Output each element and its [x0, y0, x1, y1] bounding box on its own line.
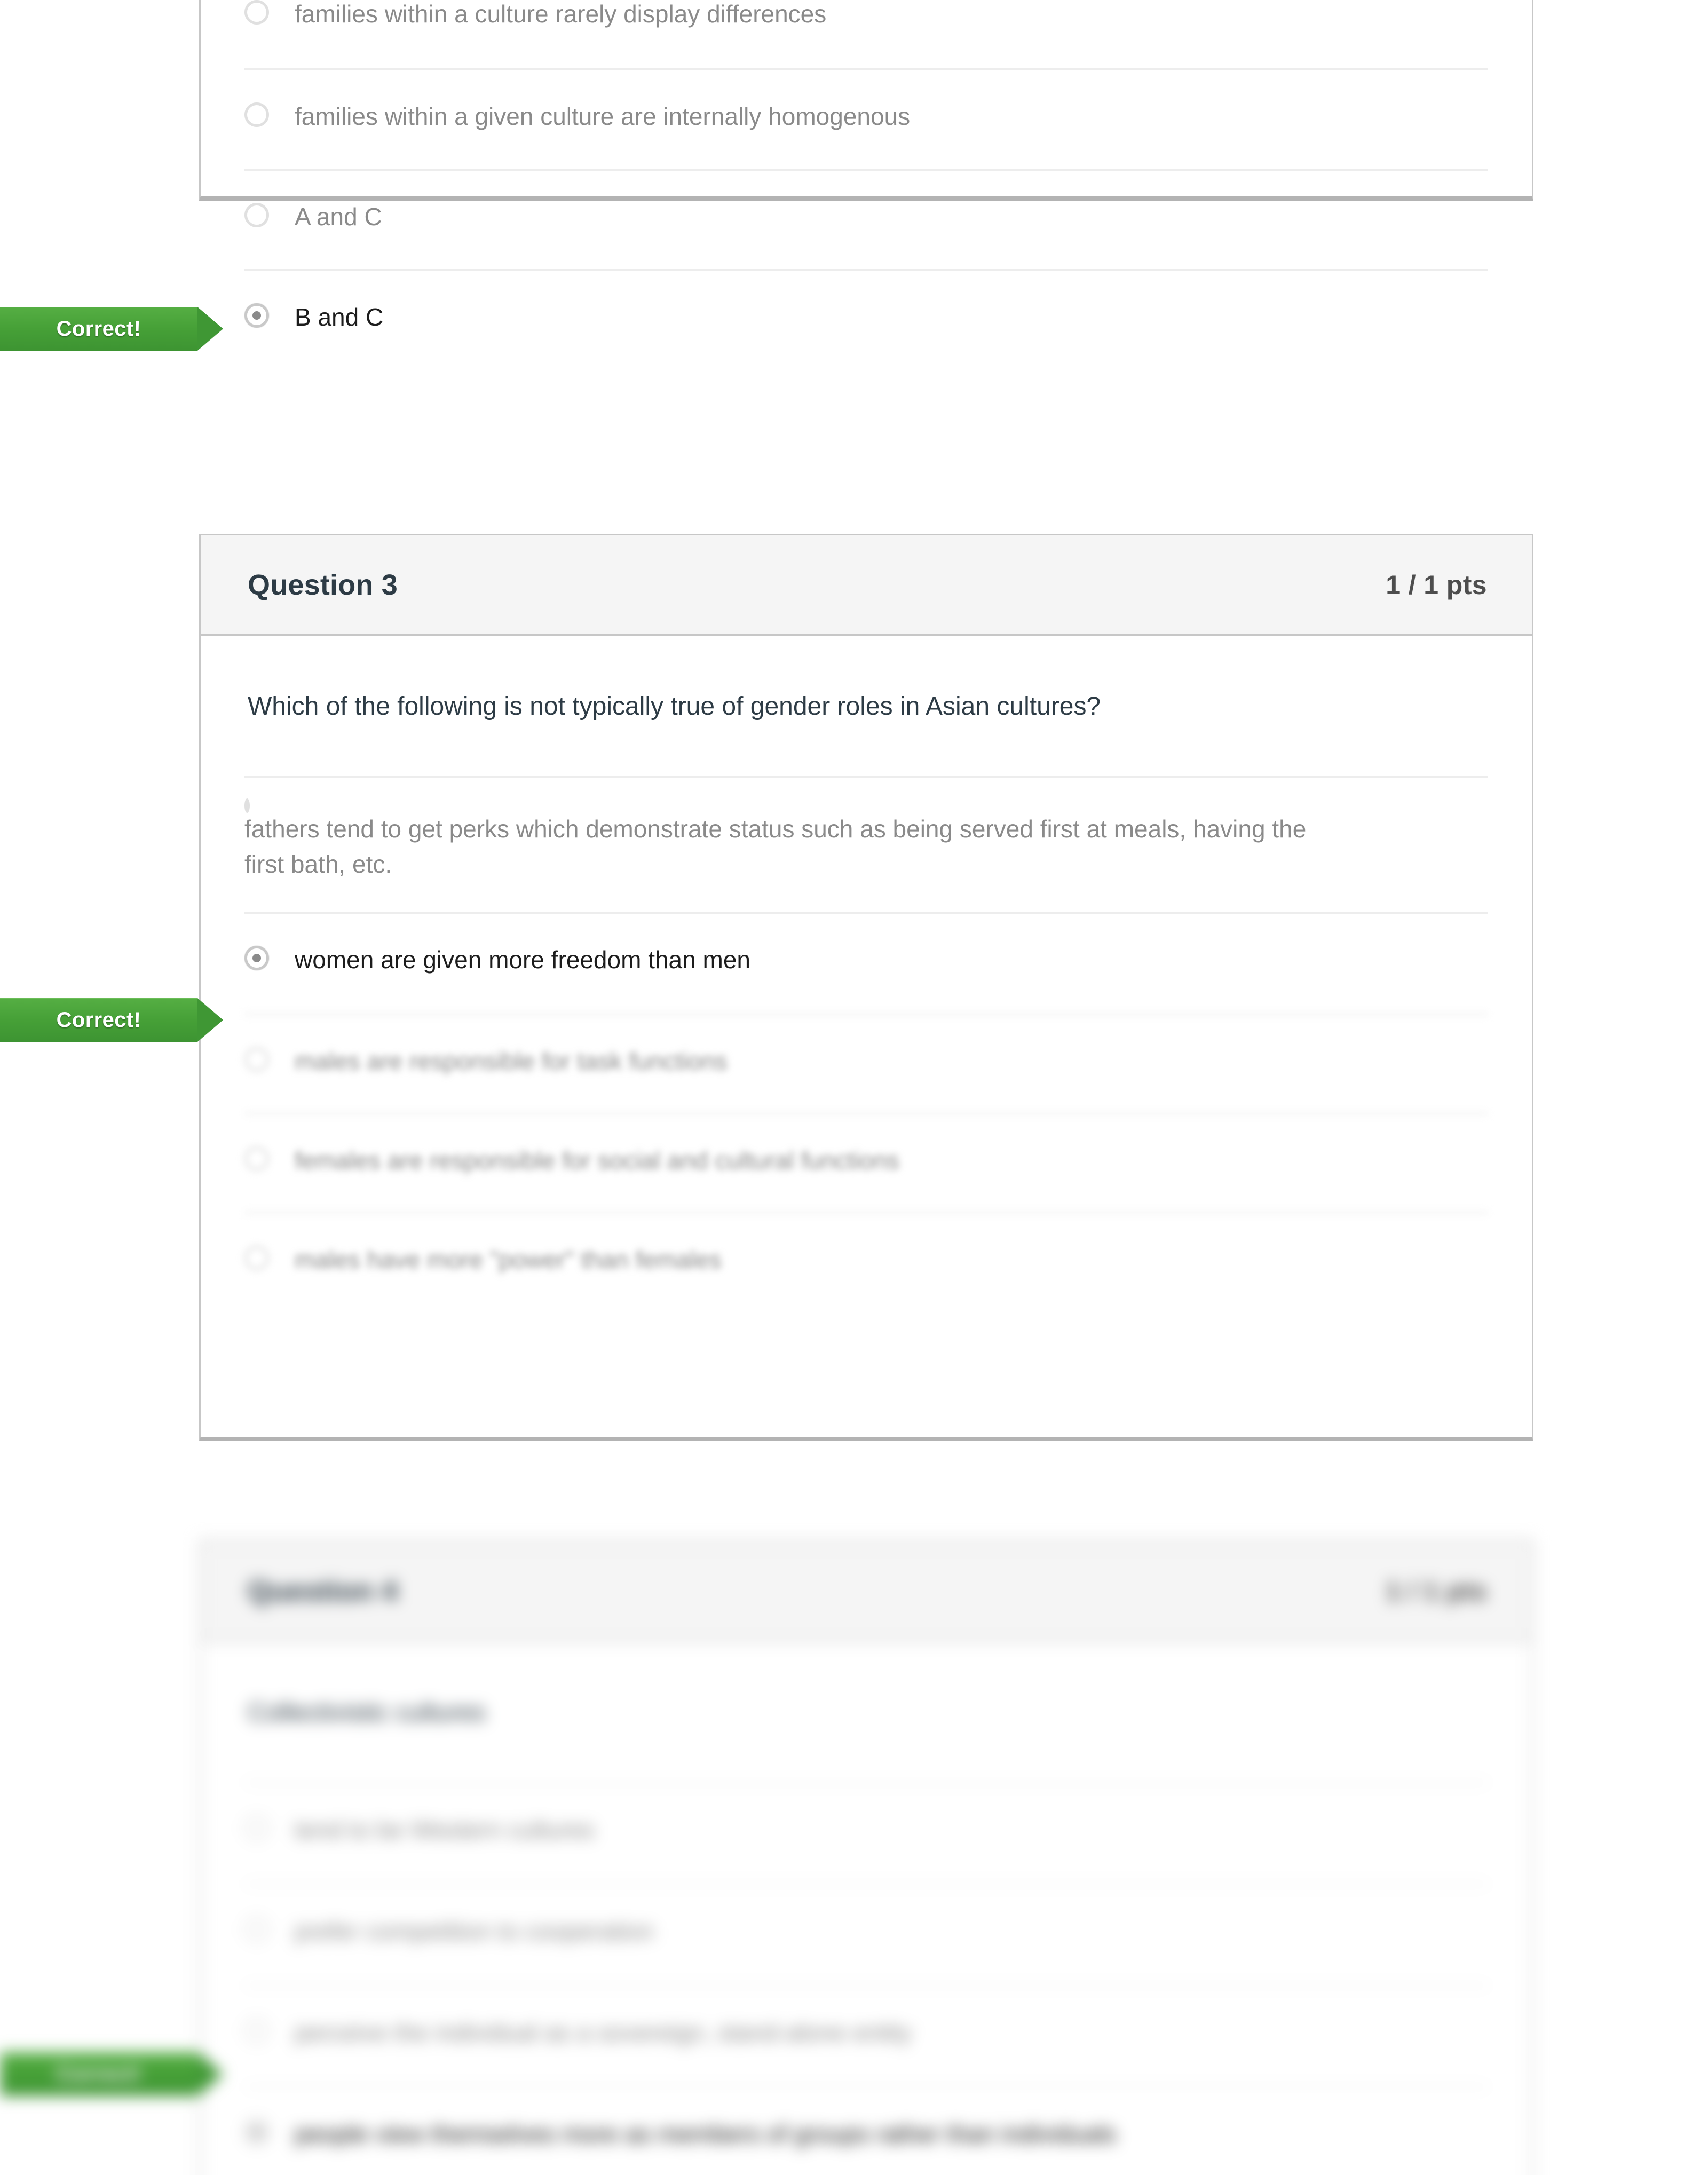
question-4-prompt: Collectivistic cultures: [248, 1698, 486, 1727]
answer-option-selected[interactable]: B and C: [244, 269, 1488, 369]
radio-button-unselected[interactable]: [244, 1917, 269, 1942]
radio-button-selected[interactable]: [244, 945, 269, 970]
question-4-body: Collectivistic cultures tend to be Weste…: [201, 1642, 1532, 2175]
answer-option[interactable]: fathers tend to get perks which demonstr…: [244, 776, 1488, 912]
correct-badge-arrow: [197, 307, 223, 351]
question-3-header: Question 3 1 / 1 pts: [201, 535, 1532, 636]
correct-badge: Correct!: [0, 307, 223, 351]
question-card-2: families within a culture rarely display…: [199, 0, 1533, 331]
question-3-title: Question 3: [248, 568, 398, 601]
correct-badge-body: Correct!: [0, 307, 197, 351]
radio-button-unselected[interactable]: [244, 2019, 269, 2044]
correct-badge-arrow: [197, 998, 223, 1042]
answer-option[interactable]: families within a given culture are inte…: [244, 68, 1488, 169]
radio-button-unselected[interactable]: [244, 102, 269, 127]
correct-badge: Correct!: [0, 2052, 223, 2096]
radio-button-unselected[interactable]: [244, 1816, 269, 1841]
question-card-4: Question 4 1 / 1 pts Collectivistic cult…: [199, 1540, 1533, 2175]
answer-option-label: males have more "power" than females: [295, 1245, 722, 1274]
radio-button-selected[interactable]: [244, 303, 269, 328]
correct-badge-body: Correct!: [0, 2052, 197, 2096]
radio-button-unselected[interactable]: [244, 203, 269, 227]
answer-option-label: families within a given culture are inte…: [295, 102, 911, 130]
answer-option[interactable]: A and C: [244, 169, 1488, 269]
answer-option-label: B and C: [295, 303, 384, 331]
answer-option[interactable]: males are responsible for task functions: [244, 1013, 1488, 1112]
correct-badge: Correct!: [0, 998, 223, 1042]
radio-button-unselected[interactable]: [244, 0, 269, 25]
radio-button-unselected[interactable]: [244, 1047, 269, 1072]
answer-option-label: males are responsible for task functions: [295, 1047, 728, 1075]
correct-badge-label: Correct!: [56, 1008, 141, 1032]
correct-badge-label: Correct!: [56, 317, 141, 341]
answer-option-label: women are given more freedom than men: [295, 945, 750, 974]
question-4-answers: tend to be Western cultures prefer compe…: [201, 1782, 1532, 2175]
correct-badge-arrow: [197, 2052, 223, 2096]
answer-option-label: people view themselves more as members o…: [295, 2120, 1117, 2148]
answer-option-selected[interactable]: people view themselves more as members o…: [244, 2086, 1488, 2175]
answer-option-label: prefer competition to cooperation: [295, 1917, 654, 1945]
answer-option[interactable]: tend to be Western cultures: [244, 1782, 1488, 1883]
answer-option[interactable]: families within a culture rarely display…: [244, 0, 1488, 68]
radio-button-selected[interactable]: [244, 2120, 269, 2145]
question-3-body: Which of the following is not typically …: [201, 636, 1532, 1311]
question-card-3: Question 3 1 / 1 pts Which of the follow…: [199, 534, 1533, 1441]
answer-option-label: tend to be Western cultures: [295, 1816, 595, 1844]
radio-button-unselected[interactable]: [244, 1146, 269, 1171]
answer-option-label: females are responsible for social and c…: [295, 1146, 899, 1174]
question-4-points: 1 / 1 pts: [1386, 1576, 1487, 1606]
radio-button-unselected[interactable]: [244, 1245, 269, 1270]
question-4-title: Question 4: [248, 1575, 398, 1607]
answer-option[interactable]: prefer competition to cooperation: [244, 1883, 1488, 1984]
question-3-prompt: Which of the following is not typically …: [248, 692, 1101, 721]
question-3-points: 1 / 1 pts: [1386, 570, 1487, 600]
question-3-answers: fathers tend to get perks which demonstr…: [201, 776, 1532, 1311]
quiz-results-page: families within a culture rarely display…: [0, 0, 1708, 2175]
question-2-answers: families within a culture rarely display…: [201, 0, 1532, 369]
answer-option-label: perceive the individual as a sovereign, …: [295, 2019, 912, 2047]
answer-option-label: families within a culture rarely display…: [295, 0, 827, 28]
question-4-header: Question 4 1 / 1 pts: [201, 1541, 1532, 1642]
correct-badge-label: Correct!: [56, 2062, 141, 2086]
question-2-body: families within a culture rarely display…: [201, 0, 1532, 369]
answer-option[interactable]: females are responsible for social and c…: [244, 1112, 1488, 1212]
answer-option-selected[interactable]: women are given more freedom than men: [244, 911, 1488, 1013]
answer-option[interactable]: perceive the individual as a sovereign, …: [244, 1984, 1488, 2086]
answer-option-label: fathers tend to get perks which demonstr…: [244, 815, 1307, 878]
answer-option[interactable]: males have more "power" than females: [244, 1211, 1488, 1311]
answer-option-label: A and C: [295, 203, 382, 231]
correct-badge-body: Correct!: [0, 998, 197, 1042]
